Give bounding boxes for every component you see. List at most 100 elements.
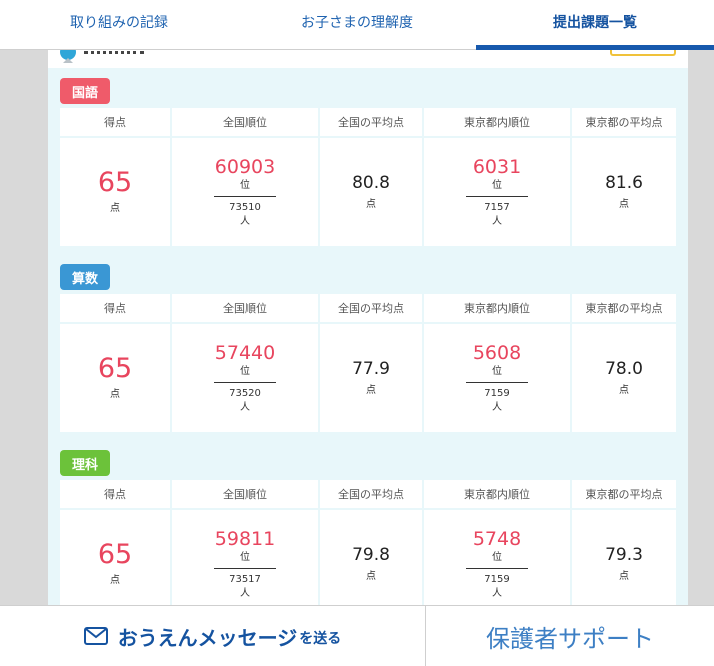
fraction-divider [214, 196, 276, 197]
score-column: 得点 65 点 [60, 108, 170, 246]
subject-block: 国語 得点 65 点 全国順位 60903 位 73510 人 全国の平均点 80.8 点 東京都内順位… [60, 78, 676, 248]
average-value: 79.3 [605, 545, 643, 565]
subject-badge: 国語 [60, 78, 111, 104]
average-value: 78.0 [605, 359, 643, 379]
fraction-divider [466, 196, 528, 197]
column-cell: 65 点 [60, 324, 170, 432]
score-unit: 点 [110, 575, 120, 586]
average-unit: 点 [619, 199, 629, 210]
national-rank-column: 全国順位 59811 位 73517 人 [172, 480, 318, 618]
rank-unit: 位 [240, 366, 250, 377]
bottom-action-bar: おうえんメッセージ を送る 保護者サポート [0, 605, 714, 666]
header-action-button[interactable] [610, 50, 676, 56]
fraction-divider [466, 382, 528, 383]
national-average-column: 全国の平均点 77.9 点 [320, 294, 422, 432]
average-unit: 点 [366, 571, 376, 582]
rank-value: 59811 [214, 528, 276, 550]
rank-unit: 位 [492, 552, 502, 563]
average-value: 77.9 [352, 359, 390, 379]
column-cell: 5748 位 7159 人 [424, 510, 570, 618]
tokyo-rank-column: 東京都内順位 5608 位 7159 人 [424, 294, 570, 432]
rank-unit: 位 [492, 366, 502, 377]
column-header: 全国の平均点 [320, 108, 422, 136]
national-average-column: 全国の平均点 79.8 点 [320, 480, 422, 618]
column-cell: 81.6 点 [572, 138, 676, 246]
score-unit: 点 [110, 203, 120, 214]
rank-value: 5748 [472, 528, 522, 550]
column-header: 全国順位 [172, 480, 318, 508]
column-cell: 78.0 点 [572, 324, 676, 432]
column-cell: 5608 位 7159 人 [424, 324, 570, 432]
tokyo-average-column: 東京都の平均点 78.0 点 [572, 294, 676, 432]
fraction-divider [214, 568, 276, 569]
tab-submitted-tasks[interactable]: 提出課題一覧 [476, 0, 714, 50]
total-participants: 73517 [229, 574, 261, 585]
column-cell: 59811 位 73517 人 [172, 510, 318, 618]
fraction-divider [466, 568, 528, 569]
people-unit: 人 [240, 402, 250, 413]
column-cell: 6031 位 7157 人 [424, 138, 570, 246]
send-cheer-message-button[interactable]: おうえんメッセージ を送る [0, 606, 426, 666]
column-cell: 65 点 [60, 138, 170, 246]
column-header: 東京都内順位 [424, 480, 570, 508]
results-panel: 国語 得点 65 点全国順位 60903 位 73510 人全国の平均点 80.8 点東京都内順位… [48, 50, 688, 620]
average-value: 81.6 [605, 173, 643, 193]
tab-bar: 取り組みの記録 お子さまの理解度 提出課題一覧 [0, 0, 714, 50]
total-participants: 73510 [229, 202, 261, 213]
average-unit: 点 [366, 385, 376, 396]
subject-block: 理科 得点 65 点 全国順位 59811 位 73517 人 全国の平均点 79.8 点 東京都内順位… [60, 450, 676, 620]
column-cell: 80.8 点 [320, 138, 422, 246]
rank-unit: 位 [240, 180, 250, 191]
total-participants: 7159 [484, 388, 510, 399]
column-header: 全国順位 [172, 294, 318, 322]
column-header: 得点 [60, 108, 170, 136]
fraction-divider [214, 382, 276, 383]
tokyo-rank-column: 東京都内順位 5748 位 7159 人 [424, 480, 570, 618]
mail-icon [83, 627, 108, 645]
people-unit: 人 [492, 588, 502, 599]
rank-value: 57440 [214, 342, 276, 364]
national-rank-column: 全国順位 60903 位 73510 人 [172, 108, 318, 246]
column-header: 東京都の平均点 [572, 480, 676, 508]
score-table: 得点 65 点全国順位 60903 位 73510 人全国の平均点 80.8 点東京都内順位 60… [60, 108, 676, 246]
cropped-heading [84, 50, 144, 54]
score-value: 65 [97, 353, 133, 384]
tokyo-average-column: 東京都の平均点 81.6 点 [572, 108, 676, 246]
total-participants: 73520 [229, 388, 261, 399]
tab-activity-record[interactable]: 取り組みの記録 [0, 0, 238, 49]
rank-value: 6031 [472, 156, 522, 178]
total-participants: 7157 [484, 202, 510, 213]
column-header: 全国の平均点 [320, 480, 422, 508]
column-cell: 79.8 点 [320, 510, 422, 618]
score-value: 65 [97, 539, 133, 570]
column-header: 全国の平均点 [320, 294, 422, 322]
subject-badge: 算数 [60, 264, 111, 290]
national-rank-column: 全国順位 57440 位 73520 人 [172, 294, 318, 432]
average-unit: 点 [619, 385, 629, 396]
rank-value: 5608 [472, 342, 522, 364]
column-header: 得点 [60, 294, 170, 322]
column-header: 東京都の平均点 [572, 108, 676, 136]
score-table: 得点 65 点全国順位 57440 位 73520 人全国の平均点 77.9 点東京都内順位 56… [60, 294, 676, 432]
score-column: 得点 65 点 [60, 294, 170, 432]
tokyo-average-column: 東京都の平均点 79.3 点 [572, 480, 676, 618]
average-value: 80.8 [352, 173, 390, 193]
average-unit: 点 [619, 571, 629, 582]
parent-support-button[interactable]: 保護者サポート [426, 606, 714, 666]
panel-header-cropped [48, 50, 688, 68]
caret-up-icon [63, 58, 73, 63]
tokyo-rank-column: 東京都内順位 6031 位 7157 人 [424, 108, 570, 246]
subject-badge: 理科 [60, 450, 111, 476]
average-unit: 点 [366, 199, 376, 210]
column-cell: 57440 位 73520 人 [172, 324, 318, 432]
column-cell: 60903 位 73510 人 [172, 138, 318, 246]
tab-understanding[interactable]: お子さまの理解度 [238, 0, 476, 49]
score-value: 65 [97, 167, 133, 198]
score-unit: 点 [110, 389, 120, 400]
people-unit: 人 [240, 216, 250, 227]
people-unit: 人 [492, 216, 502, 227]
column-header: 得点 [60, 480, 170, 508]
total-participants: 7159 [484, 574, 510, 585]
score-column: 得点 65 点 [60, 480, 170, 618]
rank-value: 60903 [214, 156, 276, 178]
